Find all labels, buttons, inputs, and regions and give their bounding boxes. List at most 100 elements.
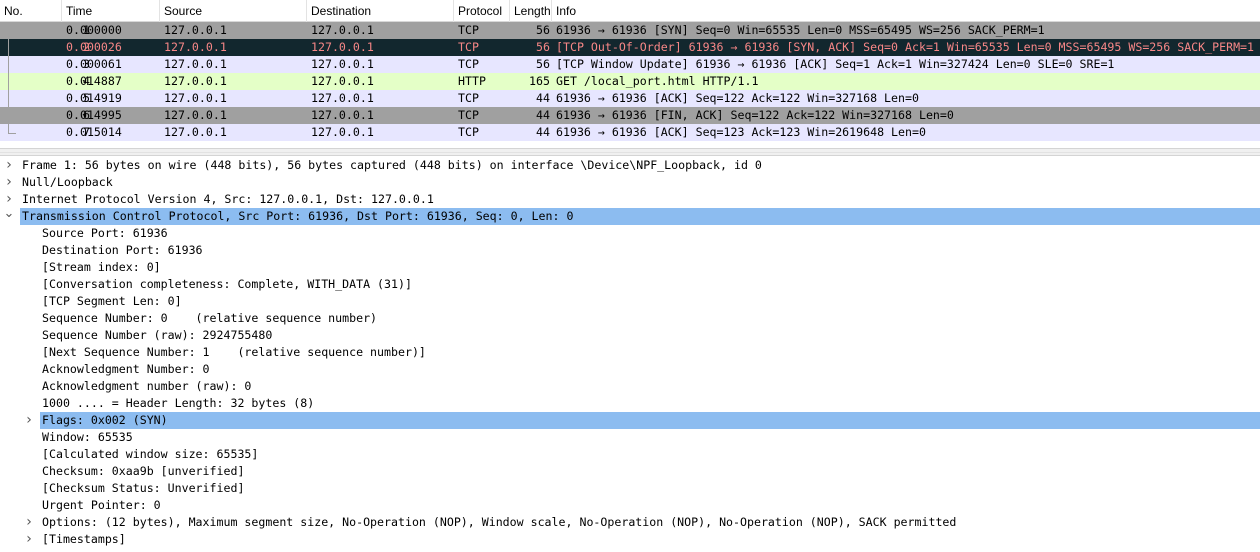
packet-destination: 127.0.0.1 [311, 74, 374, 88]
detail-item[interactable]: [Calculated window size: 65535] [0, 446, 1260, 463]
packet-protocol: TCP [458, 125, 479, 139]
detail-item[interactable]: Source Port: 61936 [0, 225, 1260, 242]
detail-item[interactable]: [TCP Segment Len: 0] [0, 293, 1260, 310]
detail-item[interactable]: [Conversation completeness: Complete, WI… [0, 276, 1260, 293]
detail-item[interactable]: Destination Port: 61936 [0, 242, 1260, 259]
packet-row[interactable]: 2 0.000026 127.0.0.1 127.0.0.1 TCP 56 [TCP Out… [0, 39, 1260, 56]
detail-text: [Stream index: 0] [42, 260, 161, 274]
packet-protocol: TCP [458, 108, 479, 122]
packet-destination: 127.0.0.1 [311, 125, 374, 139]
selection-highlight [40, 412, 1260, 429]
packet-time: 0.014887 [66, 74, 122, 88]
detail-item[interactable]: › Options: (12 bytes), Maximum segment si… [0, 514, 1260, 531]
detail-item[interactable]: › Flags: 0x002 (SYN) [0, 412, 1260, 429]
packet-time: 0.000000 [66, 23, 122, 37]
packet-length: 56 [536, 57, 550, 71]
detail-text: [Timestamps] [42, 532, 126, 546]
chevron-right-icon[interactable]: › [2, 157, 16, 174]
column-header-no[interactable]: No. [0, 0, 62, 22]
detail-text: 1000 .... = Header Length: 32 bytes (8) [42, 396, 315, 410]
detail-text: [Conversation completeness: Complete, WI… [42, 277, 412, 291]
splitter-grip [0, 152, 1260, 153]
packet-time: 0.000026 [66, 40, 122, 54]
packet-length: 44 [536, 91, 550, 105]
packet-destination: 127.0.0.1 [311, 57, 374, 71]
packet-row[interactable]: 4 0.014887 127.0.0.1 127.0.0.1 HTTP 165 GET /l… [0, 73, 1260, 90]
packet-list[interactable]: No. Time Source Destination Protocol Len… [0, 0, 1260, 148]
conversation-bracket-end [8, 132, 16, 134]
packet-list-header: No. Time Source Destination Protocol Len… [0, 0, 1260, 22]
packet-info: 61936 → 61936 [FIN, ACK] Seq=122 Ack=122… [556, 108, 954, 122]
detail-item[interactable]: [Next Sequence Number: 1 (relative seque… [0, 344, 1260, 361]
packet-length: 56 [536, 40, 550, 54]
packet-source: 127.0.0.1 [164, 91, 227, 105]
detail-text: Acknowledgment Number: 0 [42, 362, 210, 376]
packet-protocol: TCP [458, 91, 479, 105]
detail-item[interactable]: [Stream index: 0] [0, 259, 1260, 276]
detail-item[interactable]: Acknowledgment number (raw): 0 [0, 378, 1260, 395]
detail-item[interactable]: Checksum: 0xaa9b [unverified] [0, 463, 1260, 480]
column-header-length[interactable]: Length [510, 0, 552, 22]
column-header-source[interactable]: Source [160, 0, 307, 22]
chevron-right-icon[interactable]: › [22, 531, 36, 548]
detail-text: Flags: 0x002 (SYN) [42, 413, 168, 427]
detail-text: Acknowledgment number (raw): 0 [42, 379, 252, 393]
detail-item[interactable]: ⌄ Transmission Control Protocol, Src Port… [0, 207, 1260, 225]
detail-item[interactable]: 1000 .... = Header Length: 32 bytes (8) [0, 395, 1260, 412]
chevron-down-icon[interactable]: ⌄ [2, 207, 16, 225]
chevron-right-icon[interactable]: › [22, 514, 36, 531]
detail-item[interactable]: › Null/Loopback [0, 174, 1260, 191]
detail-item[interactable]: [Checksum Status: Unverified] [0, 480, 1260, 497]
packet-row[interactable]: 3 0.000061 127.0.0.1 127.0.0.1 TCP 56 [TCP Win… [0, 56, 1260, 73]
packet-source: 127.0.0.1 [164, 108, 227, 122]
packet-destination: 127.0.0.1 [311, 23, 374, 37]
packet-time: 0.000061 [66, 57, 122, 71]
packet-length: 165 [529, 74, 550, 88]
detail-text: Sequence Number (raw): 2924755480 [42, 328, 273, 342]
detail-text: Options: (12 bytes), Maximum segment siz… [42, 515, 957, 529]
packet-destination: 127.0.0.1 [311, 40, 374, 54]
packet-details-tree[interactable]: › Frame 1: 56 bytes on wire (448 bits), 5… [0, 156, 1260, 552]
column-header-protocol[interactable]: Protocol [454, 0, 510, 22]
detail-text: Urgent Pointer: 0 [42, 498, 161, 512]
detail-item[interactable]: Window: 65535 [0, 429, 1260, 446]
column-header-time[interactable]: Time [62, 0, 160, 22]
packet-source: 127.0.0.1 [164, 125, 227, 139]
detail-text: Source Port: 61936 [42, 226, 168, 240]
packet-row[interactable]: 1 0.000000 127.0.0.1 127.0.0.1 TCP 56 61936 → … [0, 22, 1260, 39]
packet-protocol: TCP [458, 40, 479, 54]
detail-text: Sequence Number: 0 (relative sequence nu… [42, 311, 378, 325]
detail-item[interactable]: Sequence Number: 0 (relative sequence nu… [0, 310, 1260, 327]
packet-length: 44 [536, 108, 550, 122]
detail-item[interactable]: › Internet Protocol Version 4, Src: 127.0… [0, 191, 1260, 208]
packet-time: 0.014995 [66, 108, 122, 122]
packet-info: [TCP Window Update] 61936 → 61936 [ACK] … [556, 57, 1115, 71]
packet-info: 61936 → 61936 [ACK] Seq=123 Ack=123 Win=… [556, 125, 926, 139]
detail-item[interactable]: Sequence Number (raw): 2924755480 [0, 327, 1260, 344]
packet-length: 44 [536, 125, 550, 139]
packet-source: 127.0.0.1 [164, 40, 227, 54]
packet-row[interactable]: 6 0.014995 127.0.0.1 127.0.0.1 TCP 44 61936 → … [0, 107, 1260, 124]
packet-row[interactable]: 7 0.015014 127.0.0.1 127.0.0.1 TCP 44 61936 → … [0, 124, 1260, 141]
column-header-info[interactable]: Info [552, 0, 1260, 22]
detail-item[interactable]: › Frame 1: 56 bytes on wire (448 bits), 5… [0, 157, 1260, 174]
chevron-right-icon[interactable]: › [22, 412, 36, 429]
detail-text: Destination Port: 61936 [42, 243, 203, 257]
detail-item[interactable]: Acknowledgment Number: 0 [0, 361, 1260, 378]
detail-text: Null/Loopback [22, 175, 113, 189]
packet-protocol: HTTP [458, 74, 486, 88]
packet-row[interactable]: 5 0.014919 127.0.0.1 127.0.0.1 TCP 44 61936 → … [0, 90, 1260, 107]
detail-item[interactable]: › [Timestamps] [0, 531, 1260, 548]
detail-text: Internet Protocol Version 4, Src: 127.0.… [22, 192, 434, 206]
packet-source: 127.0.0.1 [164, 74, 227, 88]
detail-text: [TCP Segment Len: 0] [42, 294, 182, 308]
chevron-right-icon[interactable]: › [2, 174, 16, 191]
detail-text: Transmission Control Protocol, Src Port:… [22, 209, 574, 223]
detail-text: [Checksum Status: Unverified] [42, 481, 245, 495]
pane-splitter[interactable] [0, 148, 1260, 156]
packet-info: 61936 → 61936 [SYN] Seq=0 Win=65535 Len=… [556, 23, 1045, 37]
detail-item[interactable]: Urgent Pointer: 0 [0, 497, 1260, 514]
packet-time: 0.014919 [66, 91, 122, 105]
column-header-destination[interactable]: Destination [307, 0, 454, 22]
detail-text: [Next Sequence Number: 1 (relative seque… [42, 345, 426, 359]
